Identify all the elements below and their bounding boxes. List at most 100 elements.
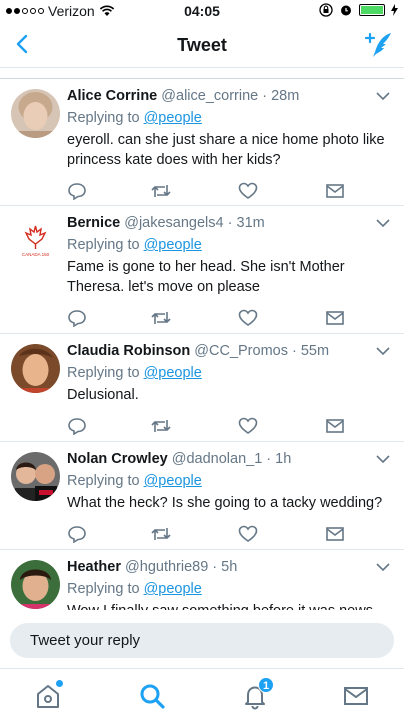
page-title: Tweet: [177, 35, 227, 55]
tab-home[interactable]: [33, 680, 63, 711]
tweet-actions: [67, 513, 394, 555]
tweet-header: Heather @hguthrie89 · 5h: [67, 558, 394, 576]
replying-to: Replying to @people: [67, 472, 394, 490]
battery-icon: [359, 4, 385, 16]
replying-to-label: Replying to: [67, 365, 140, 381]
retweet-icon[interactable]: [151, 309, 171, 327]
tab-notifications[interactable]: 1: [240, 677, 275, 711]
tweet-text: Fame is gone to her head. She isn't Moth…: [67, 259, 345, 295]
reply-bar: [0, 612, 404, 668]
timestamp: 28m: [271, 88, 300, 104]
avatar[interactable]: CANADA 150: [11, 216, 60, 265]
notification-badge: 1: [258, 677, 275, 693]
status-right: [319, 3, 398, 17]
retweet-icon[interactable]: [151, 525, 171, 543]
home-badge: [56, 680, 63, 687]
author-handle[interactable]: @alice_corrine: [161, 88, 258, 104]
timestamp: 55m: [300, 343, 330, 359]
search-icon: [140, 684, 165, 709]
author-handle[interactable]: @hguthrie89: [125, 559, 208, 575]
reply-input[interactable]: [10, 623, 394, 658]
chevron-down-icon[interactable]: [376, 454, 390, 464]
tweet-actions: [67, 297, 394, 339]
tweet-item[interactable]: Nolan Crowley @dadnolan_1 · 1h Replying …: [0, 442, 404, 550]
retweet-icon[interactable]: [151, 417, 171, 435]
like-icon[interactable]: [238, 417, 258, 435]
alarm-icon: [341, 5, 351, 16]
replying-to: Replying to @people: [67, 109, 394, 127]
timestamp: 31m: [236, 215, 265, 231]
replying-to-label: Replying to: [67, 581, 140, 597]
chevron-down-icon[interactable]: [376, 91, 390, 101]
tweet-actions: [67, 405, 394, 447]
author-name[interactable]: Nolan Crowley: [67, 451, 168, 467]
tweet-header: Nolan Crowley @dadnolan_1 · 1h: [67, 450, 394, 468]
compose-tweet-icon[interactable]: [364, 30, 394, 60]
tweet-item[interactable]: Alice Corrine @alice_corrine · 28m Reply…: [0, 79, 404, 206]
author-name[interactable]: Bernice: [67, 215, 120, 231]
tweet-item[interactable]: Claudia Robinson @CC_Promos · 55m Replyi…: [0, 334, 404, 442]
author-name[interactable]: Claudia Robinson: [67, 343, 190, 359]
timestamp: 1h: [275, 451, 292, 467]
replying-to-label: Replying to: [67, 237, 140, 253]
avatar[interactable]: [11, 452, 60, 501]
chevron-down-icon[interactable]: [376, 346, 390, 356]
mention-link[interactable]: @people: [144, 581, 202, 597]
avatar[interactable]: [11, 89, 60, 138]
avatar-label: CANADA 150: [22, 252, 50, 257]
tweet-header: Claudia Robinson @CC_Promos · 55m: [67, 342, 394, 360]
chevron-down-icon[interactable]: [376, 218, 390, 228]
mention-link[interactable]: @people: [144, 110, 202, 126]
avatar[interactable]: [11, 344, 60, 393]
like-icon[interactable]: [238, 309, 258, 327]
tab-messages[interactable]: [341, 681, 371, 711]
reply-feed[interactable]: Alice Corrine @alice_corrine · 28m Reply…: [0, 78, 404, 610]
tweet-item[interactable]: Heather @hguthrie89 · 5h Replying to @pe…: [0, 550, 404, 610]
replying-to: Replying to @people: [67, 580, 394, 598]
separator: ·: [262, 451, 276, 467]
avatar[interactable]: [11, 560, 60, 609]
mention-link[interactable]: @people: [144, 237, 202, 253]
tweet-text: What the heck? Is she going to a tacky w…: [67, 495, 383, 511]
tweet-text: Delusional.: [67, 387, 139, 403]
tab-bar: 1: [0, 668, 404, 720]
message-icon[interactable]: [325, 417, 345, 435]
separator: ·: [223, 215, 237, 231]
message-icon[interactable]: [325, 309, 345, 327]
tweet-header: Bernice @jakesangels4 · 31m: [67, 214, 394, 232]
tweet-header: Alice Corrine @alice_corrine · 28m: [67, 87, 394, 105]
separator: ·: [208, 559, 222, 575]
tweet-text: Wow I finally saw something before it wa…: [67, 601, 394, 610]
author-handle[interactable]: @dadnolan_1: [172, 451, 263, 467]
nav-bar: Tweet: [0, 22, 404, 68]
retweet-icon[interactable]: [151, 182, 171, 200]
replying-to-label: Replying to: [67, 473, 140, 489]
message-icon[interactable]: [325, 182, 345, 200]
reply-icon[interactable]: [67, 182, 87, 200]
messages-icon: [344, 687, 368, 705]
tweet-text: eyeroll. can she just share a nice home …: [67, 132, 385, 168]
mention-link[interactable]: @people: [144, 365, 202, 381]
replying-to: Replying to @people: [67, 364, 394, 382]
chevron-down-icon[interactable]: [376, 562, 390, 572]
author-handle[interactable]: @CC_Promos: [194, 343, 288, 359]
like-icon[interactable]: [238, 525, 258, 543]
tab-search[interactable]: [137, 681, 167, 711]
author-name[interactable]: Alice Corrine: [67, 88, 157, 104]
like-icon[interactable]: [238, 182, 258, 200]
message-icon[interactable]: [325, 525, 345, 543]
timestamp: 5h: [221, 559, 238, 575]
replying-to-label: Replying to: [67, 110, 140, 126]
mention-link[interactable]: @people: [144, 473, 202, 489]
author-name[interactable]: Heather: [67, 559, 121, 575]
separator: ·: [287, 343, 301, 359]
reply-icon[interactable]: [67, 309, 87, 327]
author-handle[interactable]: @jakesangels4: [124, 215, 223, 231]
status-bar: Verizon 04:05: [0, 0, 404, 22]
separator: ·: [258, 88, 272, 104]
replying-to: Replying to @people: [67, 236, 394, 254]
charging-icon: [391, 4, 398, 16]
reply-icon[interactable]: [67, 525, 87, 543]
tweet-item[interactable]: CANADA 150 Bernice @jakesangels4 · 31m R…: [0, 206, 404, 334]
reply-icon[interactable]: [67, 417, 87, 435]
